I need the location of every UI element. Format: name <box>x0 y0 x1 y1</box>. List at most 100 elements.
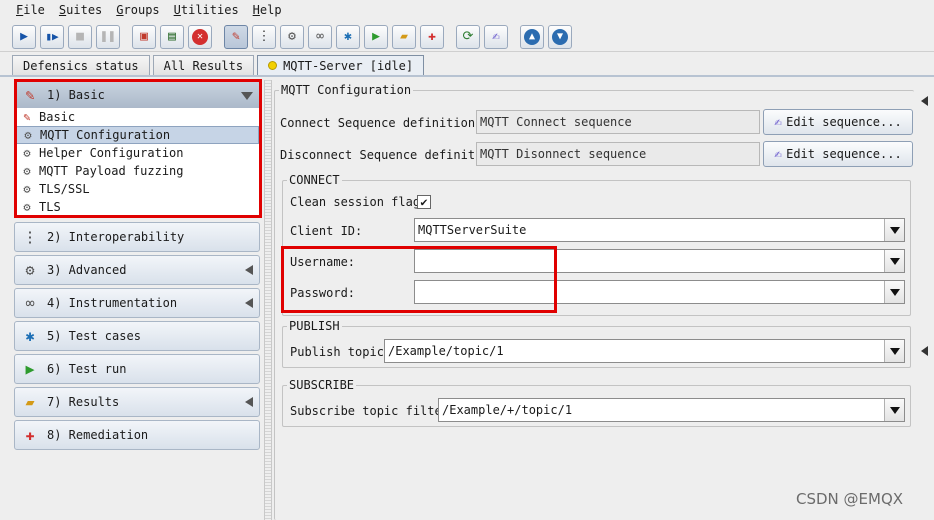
menu-help[interactable]: Help <box>253 3 282 17</box>
menu-suites[interactable]: Suites <box>59 3 102 17</box>
username-label: Username: <box>290 255 356 269</box>
chevron-left-icon <box>245 298 253 308</box>
password-dropdown-button[interactable] <box>884 281 904 303</box>
nav-item-mqtt-configuration[interactable]: ⚙ MQTT Configuration <box>15 126 259 144</box>
tab-mqtt-server-label: MQTT-Server [idle] <box>283 58 414 73</box>
nav-section-remediation[interactable]: ✚ 8) Remediation <box>14 420 260 450</box>
tab-underline <box>0 75 934 77</box>
test-cases-tool-button[interactable]: ✱ <box>336 24 360 49</box>
password-label: Password: <box>290 286 356 300</box>
play-icon: ▶ <box>20 29 28 44</box>
clean-session-checkbox[interactable]: ✔ <box>417 195 431 209</box>
password-input[interactable] <box>414 280 905 304</box>
open-suite-button[interactable]: ▣ <box>132 24 156 49</box>
arrow-up-icon: ▲ <box>524 28 540 45</box>
pause-button[interactable]: ❚❚ <box>96 24 120 49</box>
menu-file[interactable]: File <box>16 3 45 17</box>
save-icon: ▤ <box>168 29 176 44</box>
basic-subitems: ✎ Basic ⚙ MQTT Configuration ⚙ Helper Confi… <box>14 108 260 217</box>
menu-utilities[interactable]: Utilities <box>174 3 239 17</box>
nav-section-instrumentation-label: 4) Instrumentation <box>47 296 178 310</box>
gear-box-icon: ⚙ <box>288 29 296 44</box>
remediation-tool-button[interactable]: ✚ <box>420 24 444 49</box>
menu-groups[interactable]: Groups <box>116 3 159 17</box>
tab-mqtt-server[interactable]: MQTT-Server [idle] <box>257 55 425 75</box>
step-button[interactable]: ▮▶ <box>40 24 64 49</box>
menu-help-rest: elp <box>259 3 282 17</box>
chevron-down-icon <box>241 92 253 100</box>
subscribe-filter-dropdown-button[interactable] <box>884 399 904 421</box>
username-dropdown-button[interactable] <box>884 250 904 272</box>
clean-session-label: Clean session flag: <box>290 195 428 209</box>
open-suite-icon: ▣ <box>140 29 148 44</box>
menu-groups-rest: roups <box>123 3 160 17</box>
publish-group-title: PUBLISH <box>287 319 342 333</box>
toolbar: ▶ ▮▶ ■ ❚❚ ▣ ▤ ✕ ✎ ⋮ ⚙ ∞ ✱ ▶ ▰ ✚ ⟳ ✍ ▲ ▼ <box>0 22 934 52</box>
edit-disconnect-sequence-button[interactable]: ✍ Edit sequence... <box>763 141 913 167</box>
client-id-dropdown-button[interactable] <box>884 219 904 241</box>
nav-section-results-label: 7) Results <box>47 395 120 409</box>
gear-box-icon: ⚙ <box>24 128 32 142</box>
move-up-button[interactable]: ▲ <box>520 24 544 49</box>
pen-icon: ✎ <box>25 86 35 104</box>
folder-icon: ▰ <box>400 29 408 44</box>
tab-defensics-status[interactable]: Defensics status <box>12 55 150 75</box>
idle-status-icon <box>268 61 278 70</box>
tab-all-results[interactable]: All Results <box>152 55 255 75</box>
publish-topic-dropdown-button[interactable] <box>884 340 904 362</box>
publish-topic-input[interactable]: /Example/topic/1 <box>384 339 905 363</box>
nav-item-tls[interactable]: ⚙ TLS <box>15 198 259 216</box>
notes-icon: ✍ <box>774 114 783 130</box>
client-id-value: MQTTServerSuite <box>418 223 527 237</box>
checkmark-icon: ✔ <box>420 195 428 209</box>
notes-button[interactable]: ✍ <box>484 24 508 49</box>
nav-section-instrumentation[interactable]: ∞ 4) Instrumentation <box>14 288 260 318</box>
run-tool-button[interactable]: ▶ <box>364 24 388 49</box>
results-tool-button[interactable]: ▰ <box>392 24 416 49</box>
play-button[interactable]: ▶ <box>12 24 36 49</box>
nav-section-results[interactable]: ▰ 7) Results <box>14 387 260 417</box>
subscribe-filter-input[interactable]: /Example/+/topic/1 <box>438 398 905 422</box>
chevron-left-icon <box>245 265 253 275</box>
nav-item-basic[interactable]: ✎ Basic <box>15 108 259 126</box>
instrumentation-tool-button[interactable]: ∞ <box>308 24 332 49</box>
close-suite-button[interactable]: ✕ <box>188 24 212 49</box>
advanced-tool-button[interactable]: ⚙ <box>280 24 304 49</box>
gear-box-icon: ⚙ <box>25 261 35 279</box>
username-input[interactable] <box>414 249 905 273</box>
panel-splitter[interactable] <box>264 80 272 520</box>
nav-item-tls-ssl[interactable]: ⚙ TLS/SSL <box>15 180 259 198</box>
nav-section-interoperability[interactable]: ⋮ 2) Interoperability <box>14 222 260 252</box>
chevron-left-icon <box>245 397 253 407</box>
refresh-button[interactable]: ⟳ <box>456 24 480 49</box>
gear-box-icon: ⚙ <box>23 164 31 178</box>
nav-section-advanced[interactable]: ⚙ 3) Advanced <box>14 255 260 285</box>
nav-section-test-cases[interactable]: ✱ 5) Test cases <box>14 321 260 351</box>
scroll-arrow-icon[interactable] <box>921 96 928 106</box>
notes-icon: ✍ <box>492 29 500 44</box>
connect-group-title: CONNECT <box>287 173 342 187</box>
nav-item-helper-configuration[interactable]: ⚙ Helper Configuration <box>15 144 259 162</box>
interop-tool-button[interactable]: ⋮ <box>252 24 276 49</box>
instrumentation-icon: ∞ <box>316 29 324 44</box>
nav-section-basic[interactable]: ✎ 1) Basic <box>14 80 260 110</box>
basic-tool-button[interactable]: ✎ <box>224 24 248 49</box>
move-down-button[interactable]: ▼ <box>548 24 572 49</box>
edit-connect-sequence-button[interactable]: ✍ Edit sequence... <box>763 109 913 135</box>
client-id-input[interactable]: MQTTServerSuite <box>414 218 905 242</box>
stop-button[interactable]: ■ <box>68 24 92 49</box>
pen-icon: ✎ <box>23 110 31 124</box>
client-id-label: Client ID: <box>290 224 363 238</box>
save-button[interactable]: ▤ <box>160 24 184 49</box>
tab-defensics-status-label: Defensics status <box>23 58 139 73</box>
gear-box-icon: ⚙ <box>23 146 31 160</box>
puzzle-icon: ✱ <box>344 29 352 44</box>
nav-section-test-run[interactable]: ▶ 6) Test run <box>14 354 260 384</box>
scroll-arrow-icon-2[interactable] <box>921 346 928 356</box>
nav-section-advanced-label: 3) Advanced <box>47 263 127 277</box>
gear-box-icon: ⚙ <box>23 200 31 214</box>
menu-utilities-rest: tilities <box>180 3 239 17</box>
nav-item-mqtt-payload-fuzzing[interactable]: ⚙ MQTT Payload fuzzing <box>15 162 259 180</box>
left-navigation: ✎ 1) Basic ✎ Basic ⚙ MQTT Configuration ⚙ H… <box>14 80 261 520</box>
edit-disconnect-sequence-label: Edit sequence... <box>786 147 902 161</box>
